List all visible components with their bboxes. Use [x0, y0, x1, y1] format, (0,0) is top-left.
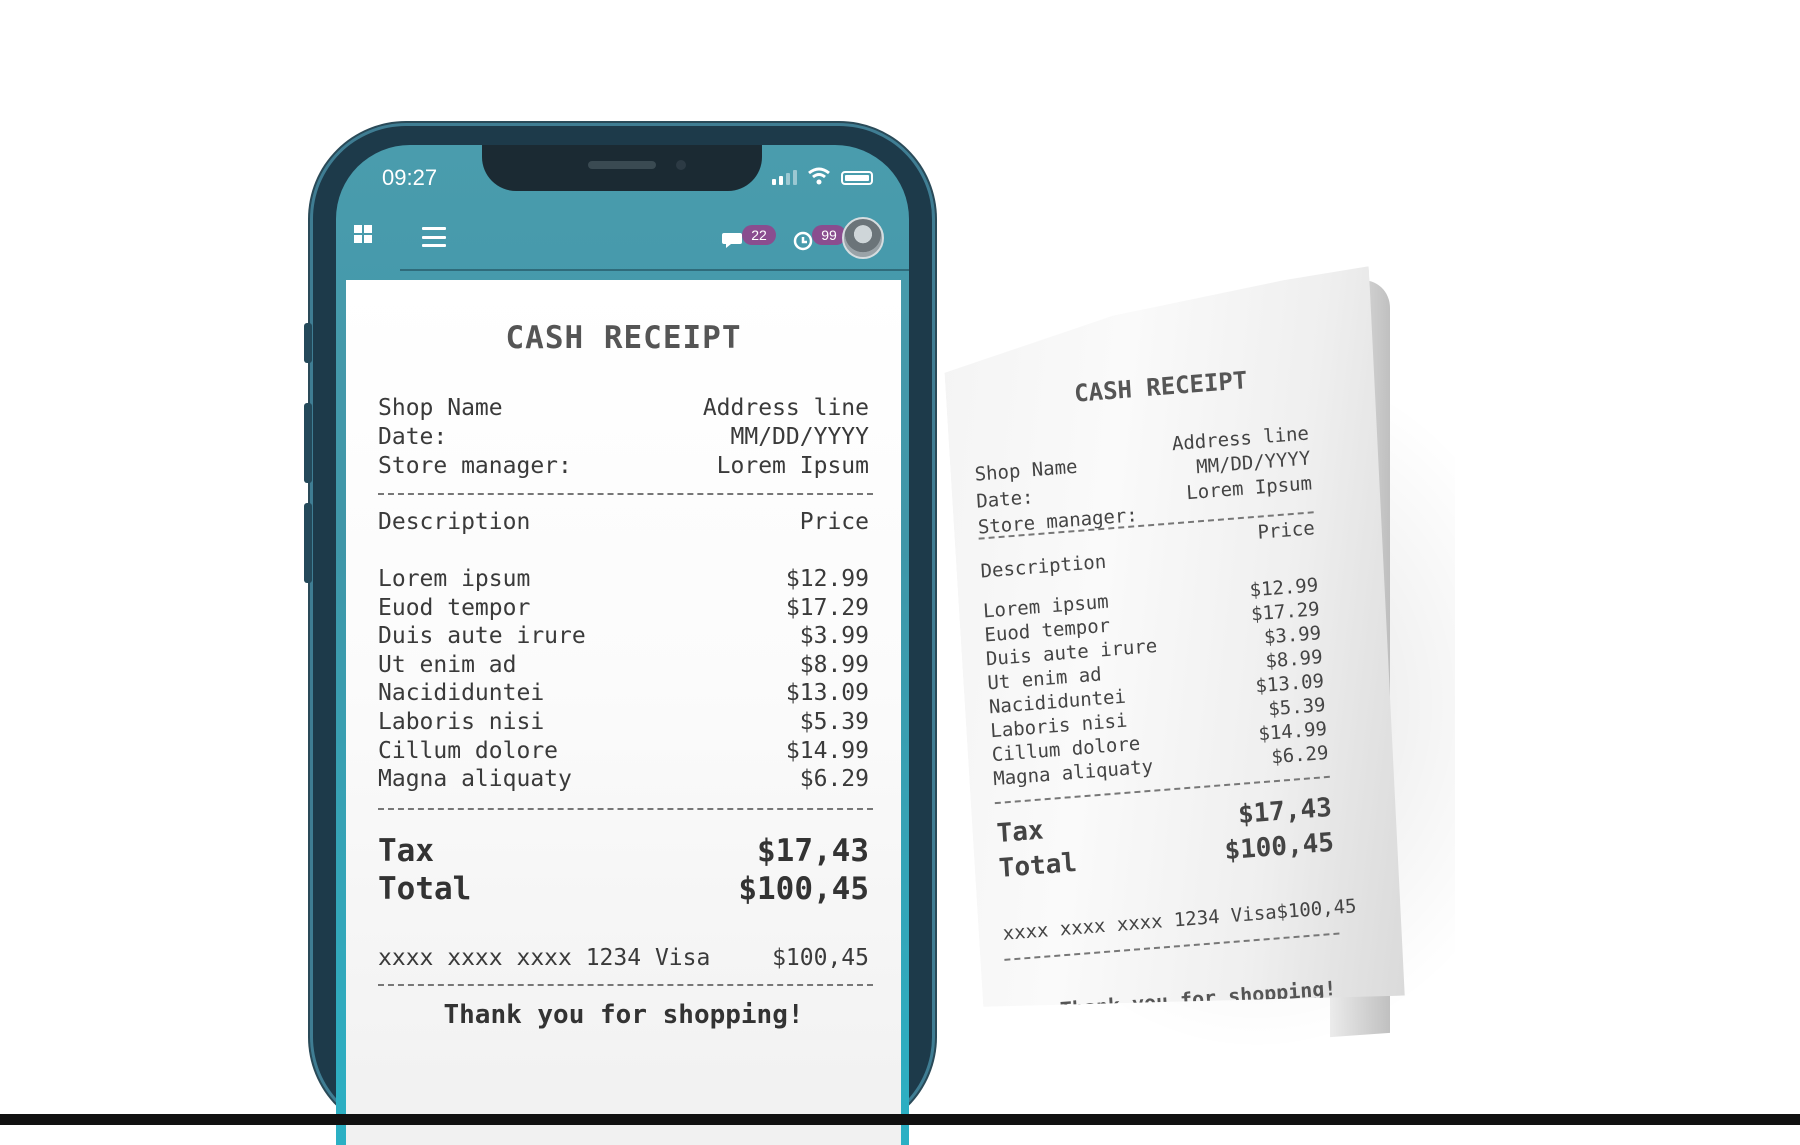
header-row-shop: Shop Name Address line — [378, 394, 869, 423]
line-item: Laboris nisi $5.39 — [378, 708, 869, 737]
volume-down-button — [304, 503, 312, 583]
line-item: Duis aute irure $3.99 — [378, 622, 869, 651]
dashed-divider — [378, 493, 873, 495]
activity-button[interactable]: 99 — [792, 225, 846, 255]
paper-receipt-title: CASH RECEIPT — [1073, 366, 1249, 408]
paper-receipt: CASH RECEIPT Address line Shop Name MM/D… — [940, 266, 1413, 1028]
item-price: $17.29 — [785, 595, 869, 621]
header-label: Date: — [378, 424, 448, 450]
item-name: Ut enim ad — [378, 652, 517, 678]
item-name: Lorem ipsum — [378, 566, 531, 592]
tax-value: $17,43 — [757, 833, 869, 869]
battery-icon — [841, 171, 873, 185]
dashed-divider — [378, 808, 873, 810]
item-price: $6.29 — [799, 766, 869, 792]
line-item: Ut enim ad $8.99 — [378, 651, 869, 680]
total-label: Total — [378, 871, 472, 907]
dashed-divider — [378, 984, 873, 986]
status-time: 09:27 — [382, 165, 438, 190]
wifi-icon — [808, 167, 830, 185]
paper-total-value: $100,45 — [1223, 827, 1335, 867]
user-avatar[interactable] — [842, 217, 884, 259]
chat-count-badge: 22 — [742, 225, 776, 245]
header-value: Address line — [702, 395, 869, 421]
phone-screen: 09:27 22 99 CASH RECEIPT Shop Name Addre… — [336, 145, 909, 1145]
chat-bubble-icon — [722, 233, 742, 248]
thank-you-message: Thank you for shopping! — [443, 1000, 804, 1030]
description-header: Description — [378, 509, 531, 535]
total-row: Total $100,45 — [378, 870, 869, 908]
paper-total-label: Total — [997, 847, 1078, 885]
header-row-date: Date: MM/DD/YYYY — [378, 423, 869, 452]
line-item: Nacididuntei $13.09 — [378, 679, 869, 708]
item-price: $5.39 — [799, 709, 869, 735]
item-price: $3.99 — [799, 623, 869, 649]
tax-row: Tax $17,43 — [378, 832, 869, 870]
digital-receipt: CASH RECEIPT Shop Name Address line Date… — [346, 280, 901, 1145]
price-header: Price — [799, 509, 869, 535]
header-label: Shop Name — [378, 395, 503, 421]
tax-label: Tax — [378, 833, 434, 869]
total-value: $100,45 — [738, 871, 869, 907]
card-number: xxxx xxxx xxxx 1234 Visa — [378, 945, 711, 971]
item-name: Euod tempor — [378, 595, 531, 621]
apps-grid-icon[interactable] — [354, 225, 372, 243]
topbar-divider — [400, 269, 909, 271]
line-item: Lorem ipsum $12.99 — [378, 565, 869, 594]
header-label: Store manager: — [378, 453, 572, 479]
status-icons — [772, 167, 873, 185]
phone-mockup: 09:27 22 99 CASH RECEIPT Shop Name Addre… — [304, 123, 935, 1145]
hamburger-menu-icon[interactable] — [422, 227, 446, 247]
payment-row: xxxx xxxx xxxx 1234 Visa $100,45 — [378, 944, 869, 973]
item-name: Magna aliquaty — [378, 766, 572, 792]
item-price: $12.99 — [785, 566, 869, 592]
chat-button[interactable]: 22 — [722, 225, 776, 255]
item-price: $14.99 — [785, 738, 869, 764]
header-value: MM/DD/YYYY — [730, 424, 869, 450]
bottom-bar — [0, 1114, 1800, 1125]
line-item: Cillum dolore $14.99 — [378, 737, 869, 766]
line-item: Magna aliquaty $6.29 — [378, 765, 869, 794]
activity-count-badge: 99 — [812, 225, 846, 245]
line-item: Euod tempor $17.29 — [378, 594, 869, 623]
speaker-grille — [588, 161, 656, 169]
payment-amount: $100,45 — [772, 945, 869, 971]
clock-history-icon — [793, 231, 813, 251]
header-row-manager: Store manager: Lorem Ipsum — [378, 452, 869, 481]
mute-switch — [304, 323, 312, 363]
receipt-title: CASH RECEIPT — [505, 320, 742, 356]
item-price: $8.99 — [799, 652, 869, 678]
item-name: Laboris nisi — [378, 709, 545, 735]
item-name: Duis aute irure — [378, 623, 586, 649]
header-value: Lorem Ipsum — [716, 453, 869, 479]
paper-payment-amount: $100,45 — [1275, 895, 1358, 924]
front-camera — [676, 160, 686, 170]
item-name: Nacididuntei — [378, 680, 545, 706]
paper-tax-label: Tax — [995, 815, 1045, 850]
phone-notch — [482, 145, 762, 191]
signal-icon — [772, 170, 797, 185]
app-topbar: 22 99 — [336, 207, 909, 269]
item-name: Cillum dolore — [378, 738, 559, 764]
column-headers: Description Price — [378, 508, 869, 537]
paper-item-price: $6.29 — [1270, 741, 1330, 769]
volume-up-button — [304, 403, 312, 483]
paper-card-number: xxxx xxxx xxxx 1234 Visa — [1002, 901, 1278, 945]
item-price: $13.09 — [785, 680, 869, 706]
